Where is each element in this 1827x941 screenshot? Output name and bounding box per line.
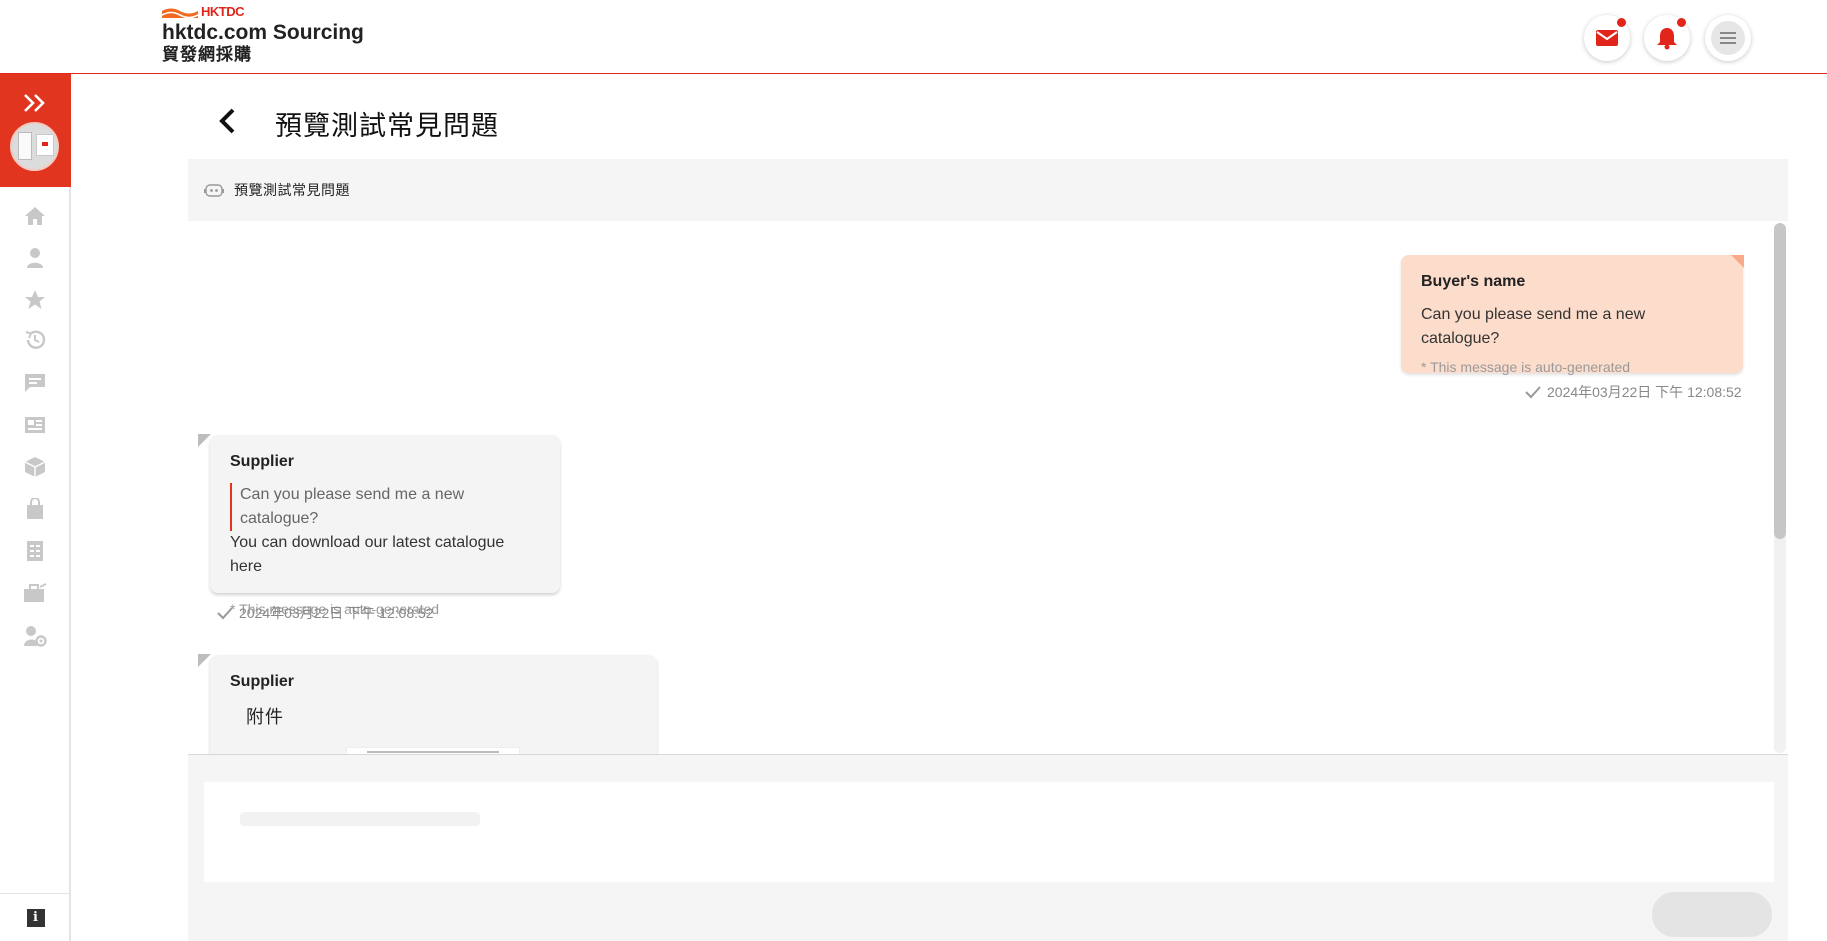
star-icon [25,290,45,309]
sidebar-item-news[interactable] [22,412,48,438]
hktdc-logo[interactable]: HKTDC hktdc.com Sourcing 貿發網採購 [162,4,364,65]
timestamp-text: 2024年03月22日 下午 12:08:52 [1547,384,1742,400]
unread-dot [1677,18,1686,27]
input-placeholder-skeleton [240,812,480,826]
quoted-message: Can you please send me a new catalogue? [230,483,540,531]
user-settings-icon [24,626,47,647]
chat-contact-name: 預覽測試常見問題 [234,182,350,198]
scrollbar[interactable] [1774,223,1786,753]
mail-icon [1596,30,1618,46]
list-icon [27,541,43,561]
message-timestamp: 2024年03月22日 下午 12:08:52 [1524,382,1742,402]
supplier-attachment-bubble: Supplier 附件 [210,655,657,754]
unread-dot [1617,18,1626,27]
send-button[interactable] [1652,892,1772,937]
history-icon [25,330,46,349]
attachment-thumbnail[interactable] [346,747,520,754]
buyer-message-bubble: Buyer's name Can you please send me a ne… [1401,255,1744,375]
chatbot-icon [204,184,224,197]
back-arrow-icon[interactable] [215,106,241,136]
sidebar-item-profile[interactable] [22,245,48,271]
message-sender: Supplier [230,673,295,690]
info-button[interactable]: i [0,893,71,941]
site-subtitle: 貿發網採購 [162,45,252,64]
logo-mark: HKTDC [162,4,364,19]
brand-mark: HKTDC [201,4,245,19]
message-text[interactable]: You can download our latest catalogue he… [230,531,540,579]
logo-flag-icon [162,8,198,18]
message-sender: Buyer's name [1421,273,1526,290]
message-list: Buyer's name Can you please send me a ne… [188,221,1788,755]
message-text: Can you please send me a new catalogue? [1421,306,1646,347]
sidebar-item-messages[interactable] [22,370,48,396]
menu-circle [1711,21,1745,55]
avatar[interactable] [10,122,59,171]
supplier-message-bubble: Supplier Can you please send me a new ca… [210,435,560,617]
messages-button[interactable] [1584,15,1630,61]
sidebar-item-business[interactable] [22,580,48,606]
message-input[interactable] [204,782,1774,882]
sidebar-item-account-settings[interactable] [22,623,48,649]
sidebar-item-favourites[interactable] [22,287,48,313]
chat-header: 預覽測試常見問題 [188,159,1788,221]
top-header: HKTDC hktdc.com Sourcing 貿發網採購 [0,0,1827,74]
home-icon [25,207,45,225]
box-icon [24,457,46,477]
menu-button[interactable] [1705,15,1751,61]
page-title: 預覽測試常見問題 [275,111,499,141]
news-icon [25,417,45,433]
message-timestamp: 2024年03月22日 下午 12:08:52 [216,603,434,623]
briefcase-icon [24,583,47,602]
bell-icon [1657,28,1677,50]
expand-sidebar-icon[interactable] [22,92,48,114]
bag-icon [27,498,43,519]
hamburger-menu-icon [1720,32,1736,44]
scrollbar-thumb[interactable] [1774,223,1786,539]
attachment-label: 附件 [246,707,284,727]
auto-generated-note: * This message is auto-generated [1421,359,1631,375]
left-sidebar: i [0,74,71,941]
sidebar-profile-area [0,74,71,187]
chat-panel: 預覽測試常見問題 Buyer's name Can you please sen… [188,159,1788,941]
site-title: hktdc.com Sourcing [162,21,364,44]
check-icon [1525,386,1541,399]
info-icon: i [26,908,45,927]
user-icon [27,248,43,268]
notifications-button[interactable] [1644,15,1690,61]
check-icon [217,607,233,620]
sidebar-item-home[interactable] [22,203,48,229]
sidebar-item-orders[interactable] [22,496,48,522]
timestamp-text: 2024年03月22日 下午 12:08:52 [239,605,434,621]
sidebar-item-history[interactable] [22,327,48,353]
sidebar-item-products[interactable] [22,454,48,480]
chat-icon [25,374,45,392]
message-sender: Supplier [230,453,295,470]
sidebar-item-lists[interactable] [22,538,48,564]
